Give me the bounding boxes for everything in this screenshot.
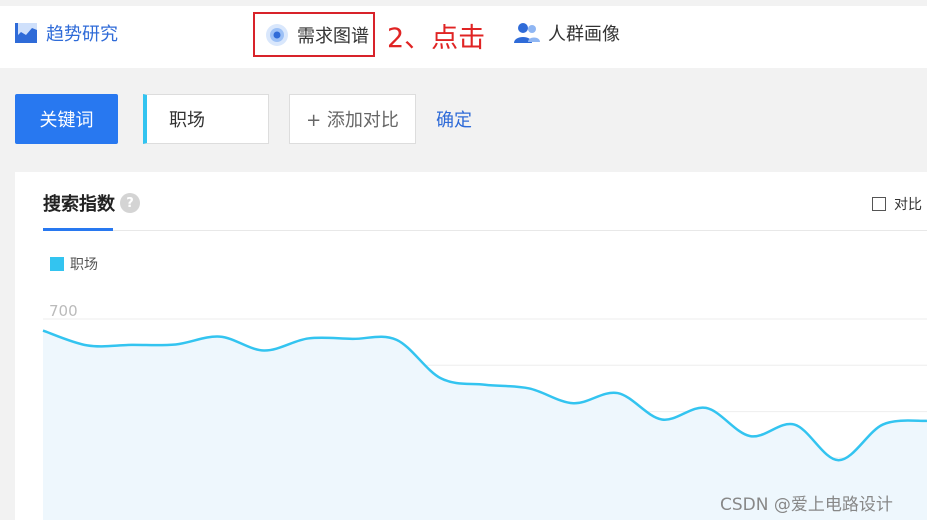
users-icon: [514, 23, 540, 43]
nav-trend-research[interactable]: 趋势研究: [14, 20, 118, 46]
trend-chart-icon: [15, 23, 37, 43]
keyword-input[interactable]: 职场: [143, 94, 269, 144]
nav-crowd-portrait[interactable]: 人群画像: [514, 20, 620, 46]
nav-demand-graph[interactable]: 需求图谱: [253, 12, 375, 57]
nav-trend-label: 趋势研究: [46, 24, 118, 45]
search-index-chart: 700600500400300: [42, 302, 927, 520]
keyword-button[interactable]: 关键词: [15, 94, 118, 144]
nav-people-label: 人群画像: [548, 24, 620, 45]
y-tick-label: 700: [49, 302, 78, 320]
click-annotation: 2、点击: [387, 23, 486, 54]
add-compare-button[interactable]: + 添加对比: [289, 94, 416, 144]
watermark: CSDN @爱上电路设计: [720, 495, 893, 515]
nav-demand-label: 需求图谱: [297, 25, 369, 47]
confirm-button[interactable]: 确定: [436, 106, 472, 132]
search-index-panel: 搜索指数 ? 对比 职场 700600500400300: [15, 172, 927, 520]
target-icon: [266, 23, 288, 46]
